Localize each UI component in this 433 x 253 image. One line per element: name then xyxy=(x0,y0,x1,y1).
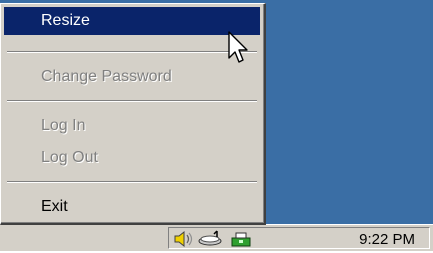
app-tray-icon[interactable] xyxy=(229,230,253,253)
speaker-icon[interactable] xyxy=(173,230,195,253)
menu-separator xyxy=(7,181,257,183)
menu-item-exit[interactable]: Exit xyxy=(4,193,260,221)
clock[interactable]: 9:22 PM xyxy=(359,231,415,248)
menu-separator xyxy=(7,100,257,102)
menu-item-resize[interactable]: Resize xyxy=(4,7,260,35)
system-tray: 9:22 PM xyxy=(168,227,430,249)
menu-item-log-in[interactable]: Log In xyxy=(4,112,260,140)
menu-separator xyxy=(7,51,257,53)
mouse-pointer-icon xyxy=(227,31,251,72)
taskbar: 9:22 PM xyxy=(0,224,433,251)
menu-item-log-out[interactable]: Log Out xyxy=(4,144,260,172)
menu-item-change-password[interactable]: Change Password xyxy=(4,63,260,91)
network-icon[interactable] xyxy=(197,230,225,253)
